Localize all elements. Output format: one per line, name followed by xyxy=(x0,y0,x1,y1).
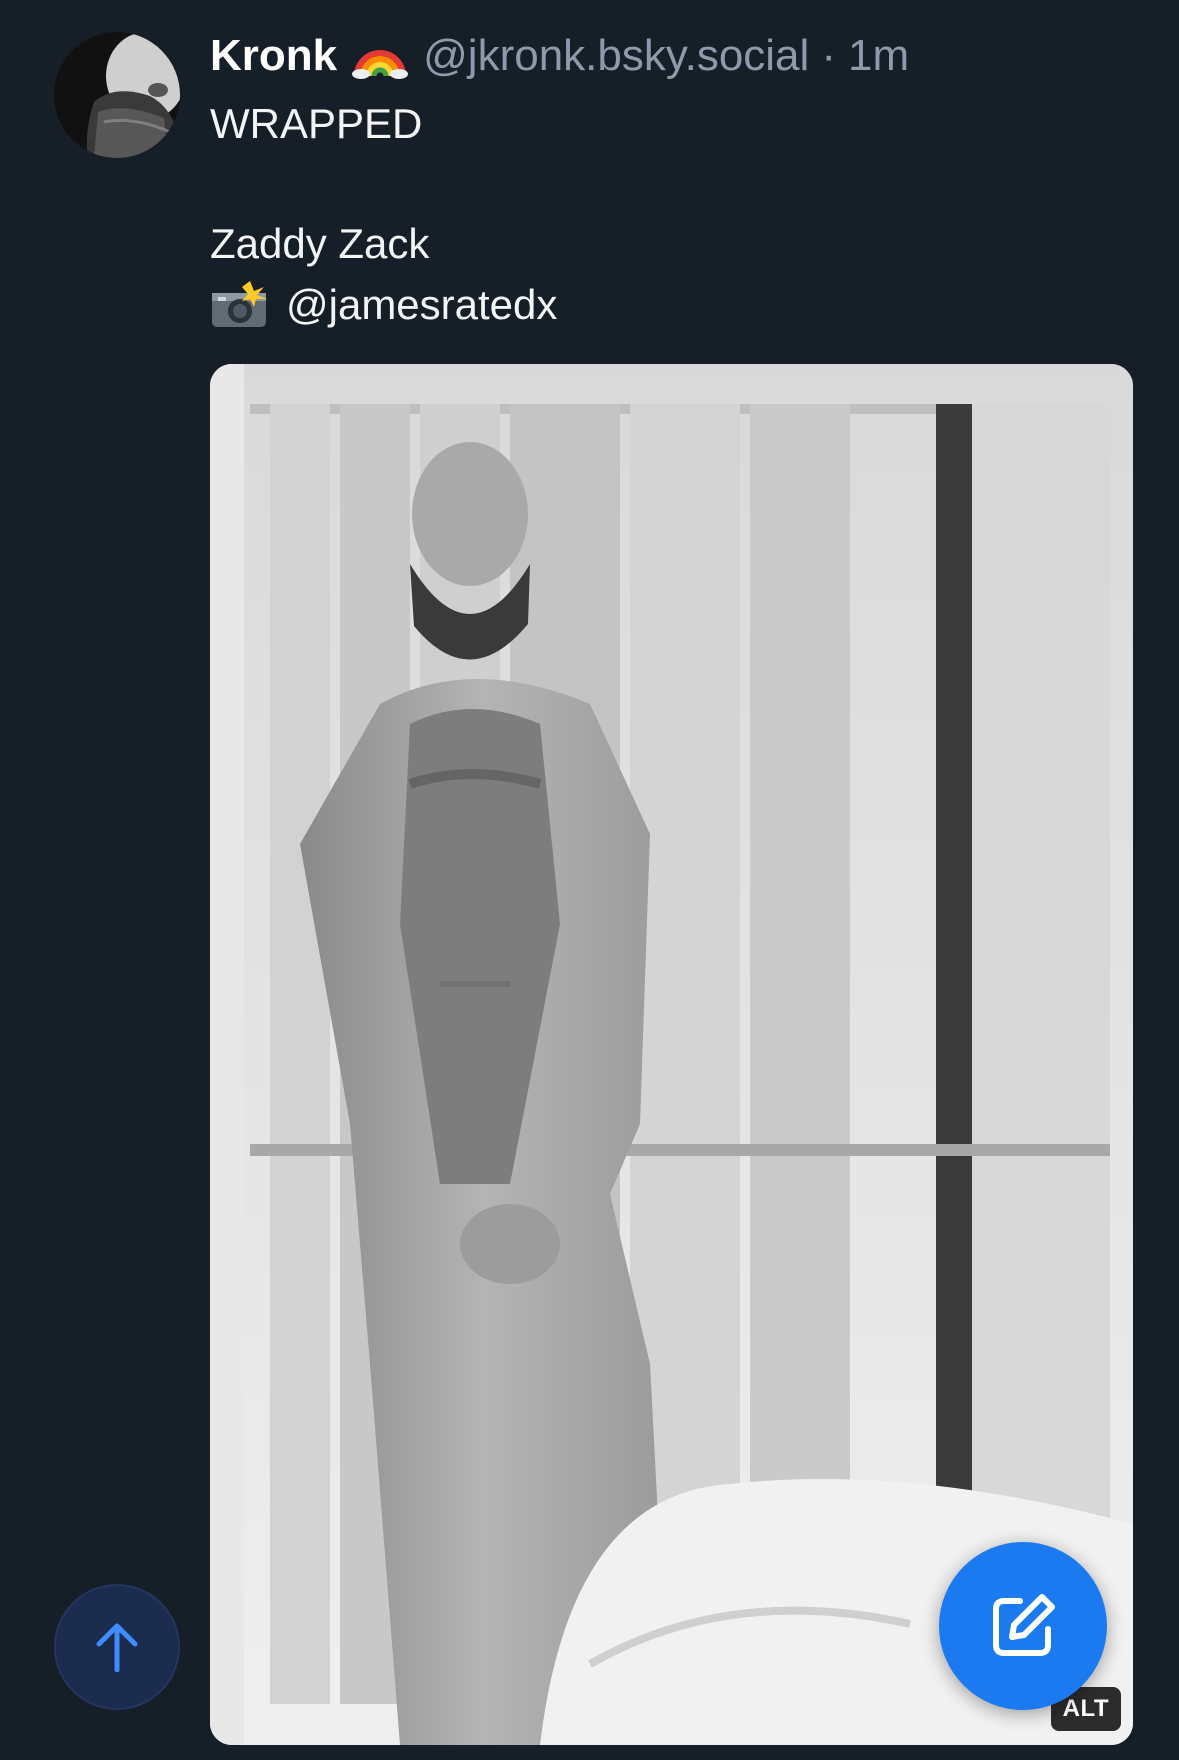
display-name[interactable]: Kronk xyxy=(210,31,337,81)
rainbow-emoji xyxy=(351,32,409,80)
post-image[interactable]: ALT xyxy=(210,364,1133,1745)
photo-illustration xyxy=(210,364,1133,1745)
post-text-line-3: @jamesratedx xyxy=(210,279,557,331)
separator-dot: · xyxy=(821,31,836,80)
post-header: Kronk @jkronk.bsky.social · 1m xyxy=(210,26,909,86)
avatar-image xyxy=(54,32,180,158)
handle[interactable]: @jkronk.bsky.social xyxy=(423,31,809,81)
compose-icon xyxy=(993,1594,1055,1656)
arrow-up-icon xyxy=(96,1623,138,1672)
camera-flash-emoji xyxy=(210,281,268,329)
post-container: Kronk @jkronk.bsky.social · 1m WRAPPED Z… xyxy=(0,0,1179,1760)
timestamp[interactable]: 1m xyxy=(848,31,909,81)
post-text-line-2: Zaddy Zack xyxy=(210,220,430,267)
compose-button[interactable] xyxy=(939,1542,1107,1710)
post-text-line-1: WRAPPED xyxy=(210,100,423,147)
scroll-to-top-button[interactable] xyxy=(54,1584,180,1710)
mention-link[interactable]: @jamesratedx xyxy=(286,279,557,331)
avatar[interactable] xyxy=(54,32,180,158)
